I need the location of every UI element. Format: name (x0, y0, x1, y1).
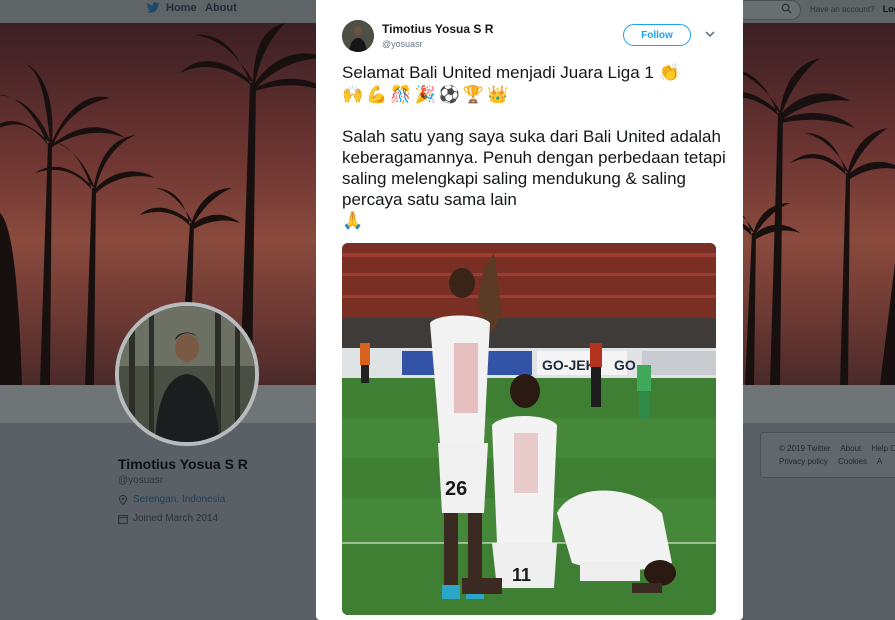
jersey-number-11: 11 (512, 565, 531, 585)
footer-links: © 2019 Twitter About Help Ce Privacy pol… (760, 432, 895, 478)
tweet-author-avatar[interactable] (342, 20, 374, 52)
confetti-ball-emoji: 🎊 (390, 85, 412, 104)
avatar-photo (119, 306, 255, 442)
nav-home[interactable]: Home (146, 2, 197, 14)
tweet-photo[interactable]: GO-JEK GO 26 11 (342, 243, 716, 615)
joined-date: Joined March 2014 (133, 513, 219, 524)
tweet-line-1-text: Selamat Bali United menjadi Juara Liga 1 (342, 63, 654, 82)
football-players-photo: GO-JEK GO 26 11 (342, 243, 716, 615)
profile-avatar[interactable] (115, 302, 259, 446)
clapping-hands-emoji: 👏 (658, 63, 680, 82)
account-area: Have an account? Log i (810, 4, 895, 14)
footer-line-2: Privacy policy Cookies A (779, 457, 890, 466)
nav-about[interactable]: About (205, 2, 237, 14)
nav-home-label: Home (166, 2, 197, 14)
board-text-gojek: GO-JEK (542, 357, 596, 373)
nav-about-label: About (205, 2, 237, 14)
account-prompt: Have an account? (810, 5, 875, 14)
footer-ads-link[interactable]: A (877, 457, 882, 466)
profile-joined: Joined March 2014 (118, 513, 218, 524)
tweet-author-name[interactable]: Timotius Yosua S R (382, 22, 493, 36)
location-link[interactable]: Serengan, Indonesia (133, 494, 225, 505)
board-text-go: GO (614, 357, 636, 373)
tweet-line-1: Selamat Bali United menjadi Juara Liga 1… (342, 62, 727, 83)
tweet-modal: Timotius Yosua S R @yosuasr Follow Selam… (316, 0, 743, 620)
trophy-emoji: 🏆 (462, 85, 485, 104)
jersey-number-26: 26 (445, 478, 467, 500)
raising-hands-emoji: 🙌 (342, 85, 364, 104)
location-pin-icon (118, 494, 128, 505)
follow-button[interactable]: Follow (623, 24, 691, 46)
party-popper-emoji: 🎉 (414, 85, 436, 104)
footer-about-link[interactable]: About (840, 444, 861, 453)
footer-cookies-link[interactable]: Cookies (838, 457, 867, 466)
profile-name[interactable]: Timotius Yosua S R (118, 456, 248, 472)
tweet-emoji-row: 🙌 💪 🎊 🎉 ⚽ 🏆 👑 (342, 84, 727, 105)
tweet-author-handle: @yosuasr (382, 39, 423, 49)
chevron-down-icon[interactable] (704, 28, 716, 40)
folded-hands-emoji: 🙏 (342, 211, 364, 230)
footer-line-1: © 2019 Twitter About Help Ce (779, 444, 895, 453)
crown-emoji: 👑 (487, 85, 509, 104)
soccer-ball-emoji: ⚽ (438, 85, 460, 104)
tweet-paragraph-2-text: Salah satu yang saya suka dari Bali Unit… (342, 127, 726, 209)
profile-location: Serengan, Indonesia (118, 494, 225, 505)
tweet-text: Selamat Bali United menjadi Juara Liga 1… (342, 62, 727, 231)
profile-handle: @yosuasr (118, 475, 164, 486)
footer-copyright: © 2019 Twitter (779, 444, 831, 453)
search-icon[interactable] (781, 3, 792, 17)
footer-privacy-link[interactable]: Privacy policy (779, 457, 828, 466)
twitter-bird-icon (146, 2, 160, 13)
login-link[interactable]: Log i (883, 4, 895, 14)
flexed-biceps-emoji: 💪 (366, 85, 388, 104)
footer-help-link[interactable]: Help Ce (871, 444, 895, 453)
calendar-icon (118, 514, 128, 524)
tweet-paragraph-2: Salah satu yang saya suka dari Bali Unit… (342, 126, 727, 231)
